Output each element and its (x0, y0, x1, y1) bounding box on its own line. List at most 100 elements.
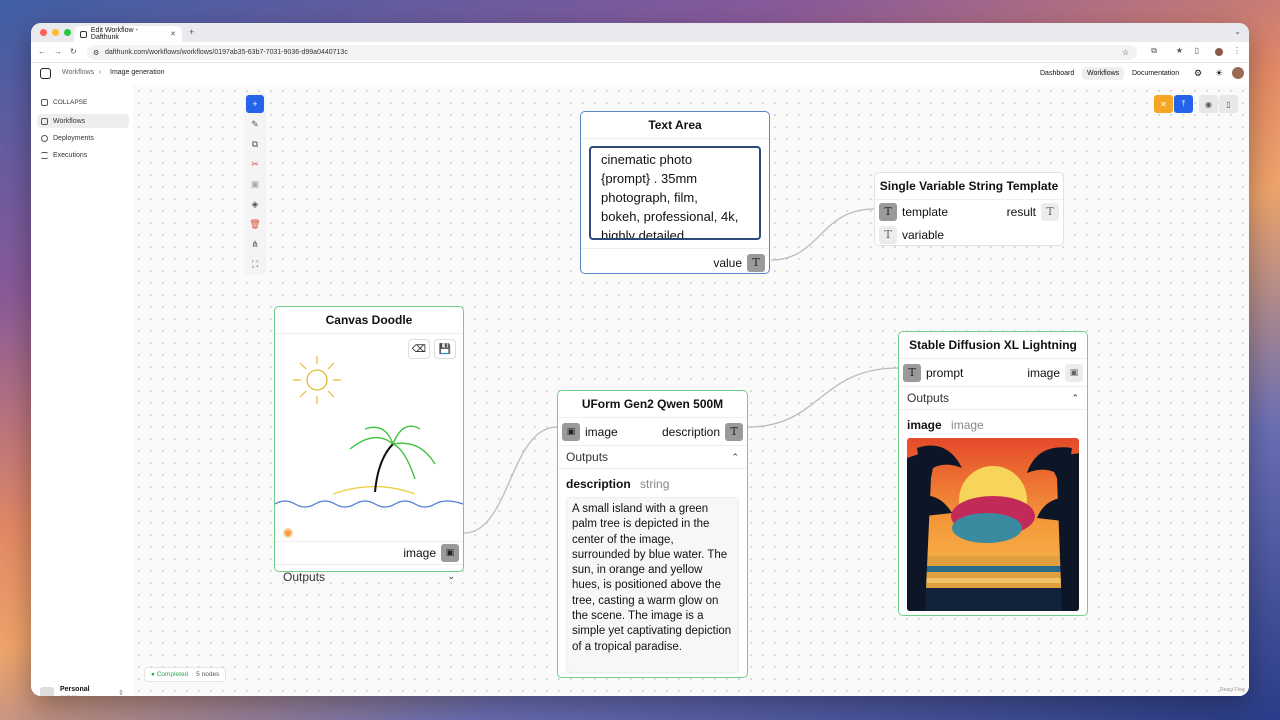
layers-button[interactable]: ◈ (246, 195, 264, 213)
text-type-icon[interactable]: T (879, 202, 897, 221)
nav-documentation[interactable]: Documentation (1127, 67, 1184, 80)
profile-avatar-icon[interactable] (1215, 48, 1223, 56)
breadcrumb-current: Image generation (110, 69, 165, 76)
preview-eye-icon[interactable]: ◉ (1199, 95, 1218, 113)
react-flow-attribution[interactable]: React Flow (1220, 687, 1245, 693)
node-string-template[interactable]: Single Variable String Template T templa… (874, 172, 1064, 246)
node-text-area[interactable]: Text Area cinematic photo {prompt} . 35m… (580, 111, 770, 274)
node-sdxl[interactable]: Stable Diffusion XL Lightning T prompt i… (898, 331, 1088, 616)
app-header: Workflows › Image generation Dashboard W… (31, 63, 1249, 85)
generated-image-art (907, 438, 1079, 611)
chevron-up-icon: ⌃ (1071, 392, 1079, 403)
user-name: Personal (60, 686, 90, 693)
prompt-textarea[interactable]: cinematic photo {prompt} . 35mm photogra… (589, 146, 761, 240)
pin-icon[interactable]: ★ (1176, 46, 1183, 55)
node-count: 5 nodes (196, 671, 220, 678)
breadcrumb-workflows[interactable]: Workflows (62, 69, 94, 76)
sidepanel-icon[interactable]: ▯ (1195, 46, 1199, 55)
settings-gear-icon[interactable]: ⚙ (1189, 65, 1207, 82)
forward-icon[interactable]: → (54, 47, 62, 56)
color-picker-dot[interactable] (283, 528, 293, 538)
outputs-label: Outputs (283, 569, 326, 584)
output-label: value (713, 255, 742, 270)
back-icon[interactable]: ← (38, 47, 46, 56)
close-window-icon[interactable] (40, 29, 47, 36)
node-uform[interactable]: UForm Gen2 Qwen 500M ▣ image description… (557, 390, 748, 678)
copy-button[interactable]: ⧉ (246, 135, 264, 153)
new-tab-icon[interactable]: + (189, 27, 194, 37)
sidebar-collapse[interactable]: COLLAPSE (37, 95, 129, 109)
panel-toggle-icon[interactable]: ▯ (1219, 95, 1238, 113)
image-type-icon[interactable]: ▣ (562, 422, 580, 441)
user-avatar[interactable] (1232, 67, 1244, 79)
node-title: Stable Diffusion XL Lightning (899, 332, 1087, 359)
sidebar-item-deployments[interactable]: Deployments (37, 131, 129, 145)
outputs-toggle[interactable]: Outputs ⌃ (558, 445, 747, 469)
outputs-toggle[interactable]: Outputs ⌄ (275, 564, 463, 588)
cut-button[interactable]: ✂ (246, 155, 264, 173)
close-tab-icon[interactable]: ✕ (170, 30, 176, 38)
output-label: image (403, 546, 436, 560)
status-completed: ● Completed (151, 671, 189, 678)
node-title: Canvas Doodle (275, 307, 463, 334)
breadcrumb-separator-icon: › (99, 69, 102, 76)
output-type: string (640, 477, 670, 491)
minimize-window-icon[interactable] (52, 29, 59, 36)
browser-menu-icon[interactable]: ⋮ (1233, 46, 1241, 55)
io-row: T prompt image ▣ (899, 361, 1087, 384)
text-type-icon[interactable]: T (879, 225, 897, 244)
output-type: image (951, 418, 984, 432)
output-header: image image (899, 410, 1087, 432)
reload-icon[interactable]: ↻ (70, 47, 77, 56)
site-info-icon[interactable]: ⚙ (93, 49, 99, 57)
outputs-toggle[interactable]: Outputs ⌃ (899, 386, 1087, 410)
output-label: description (661, 424, 720, 439)
deploy-button[interactable]: ⤒ (1174, 95, 1193, 113)
collapse-label: COLLAPSE (53, 98, 88, 106)
url-field[interactable]: ⚙ dafthunk.com/workflows/workflows/0197a… (87, 45, 1137, 60)
auto-layout-button[interactable]: ⋔ (246, 235, 264, 253)
text-type-icon[interactable]: T (903, 363, 921, 382)
bookmark-star-icon[interactable]: ☆ (1122, 48, 1129, 57)
status-bar: ● Completed 5 nodes (144, 667, 227, 682)
browser-tab[interactable]: Edit Workflow - Dafthunk ✕ (74, 26, 182, 42)
text-type-icon[interactable]: T (747, 253, 765, 272)
user-switcher[interactable]: Personal owner ⇕ (40, 685, 130, 696)
maximize-window-icon[interactable] (64, 29, 71, 36)
drawing-canvas[interactable]: ⌫ 💾 (275, 334, 463, 538)
extensions-icon[interactable]: ⧉ (1151, 46, 1157, 56)
delete-button[interactable]: 🗑 (246, 215, 264, 233)
text-type-icon[interactable]: T (1041, 202, 1059, 221)
sidebar-item-label: Workflows (53, 117, 86, 125)
window-controls[interactable] (40, 29, 71, 36)
theme-sun-icon[interactable]: ☀ (1210, 65, 1228, 82)
add-node-button[interactable]: + (246, 95, 264, 113)
edit-button[interactable]: ✎ (246, 115, 264, 133)
image-type-icon[interactable]: ▣ (1065, 363, 1083, 382)
stop-run-button[interactable]: ✕ (1154, 95, 1173, 113)
io-row: ▣ image description T (558, 420, 747, 443)
sidebar-item-executions[interactable]: Executions (37, 148, 129, 162)
fit-view-button[interactable]: ⛶ (246, 255, 264, 273)
textarea-line: cinematic photo (601, 152, 693, 167)
tab-bar: Edit Workflow - Dafthunk ✕ + ⌄ (31, 23, 1249, 42)
paste-button[interactable]: ▣ (246, 175, 264, 193)
input-variable-row: T variable (875, 223, 1063, 246)
url-text: dafthunk.com/workflows/workflows/0197ab3… (105, 49, 348, 56)
input-label: template (902, 204, 949, 219)
chevron-down-icon: ⌄ (447, 571, 455, 581)
sidebar-item-label: Executions (53, 151, 88, 159)
tab-list-icon[interactable]: ⌄ (1234, 27, 1241, 36)
editor-toolbar: + ✎ ⧉ ✂ ▣ ◈ 🗑 ⋔ ⛶ (244, 93, 266, 275)
text-type-icon[interactable]: T (725, 422, 743, 441)
collapse-icon (41, 98, 48, 106)
list-icon (41, 151, 48, 159)
image-type-icon[interactable]: ▣ (441, 544, 459, 562)
sidebar-item-workflows[interactable]: Workflows (37, 114, 129, 128)
input-label: variable (902, 227, 945, 242)
nav-workflows[interactable]: Workflows (1082, 67, 1125, 80)
dafthunk-logo-icon[interactable] (40, 68, 51, 79)
node-canvas-doodle[interactable]: Canvas Doodle ⌫ 💾 image ▣ Outputs ⌄ (274, 306, 464, 584)
generated-image[interactable] (907, 438, 1079, 611)
nav-dashboard[interactable]: Dashboard (1035, 67, 1079, 80)
